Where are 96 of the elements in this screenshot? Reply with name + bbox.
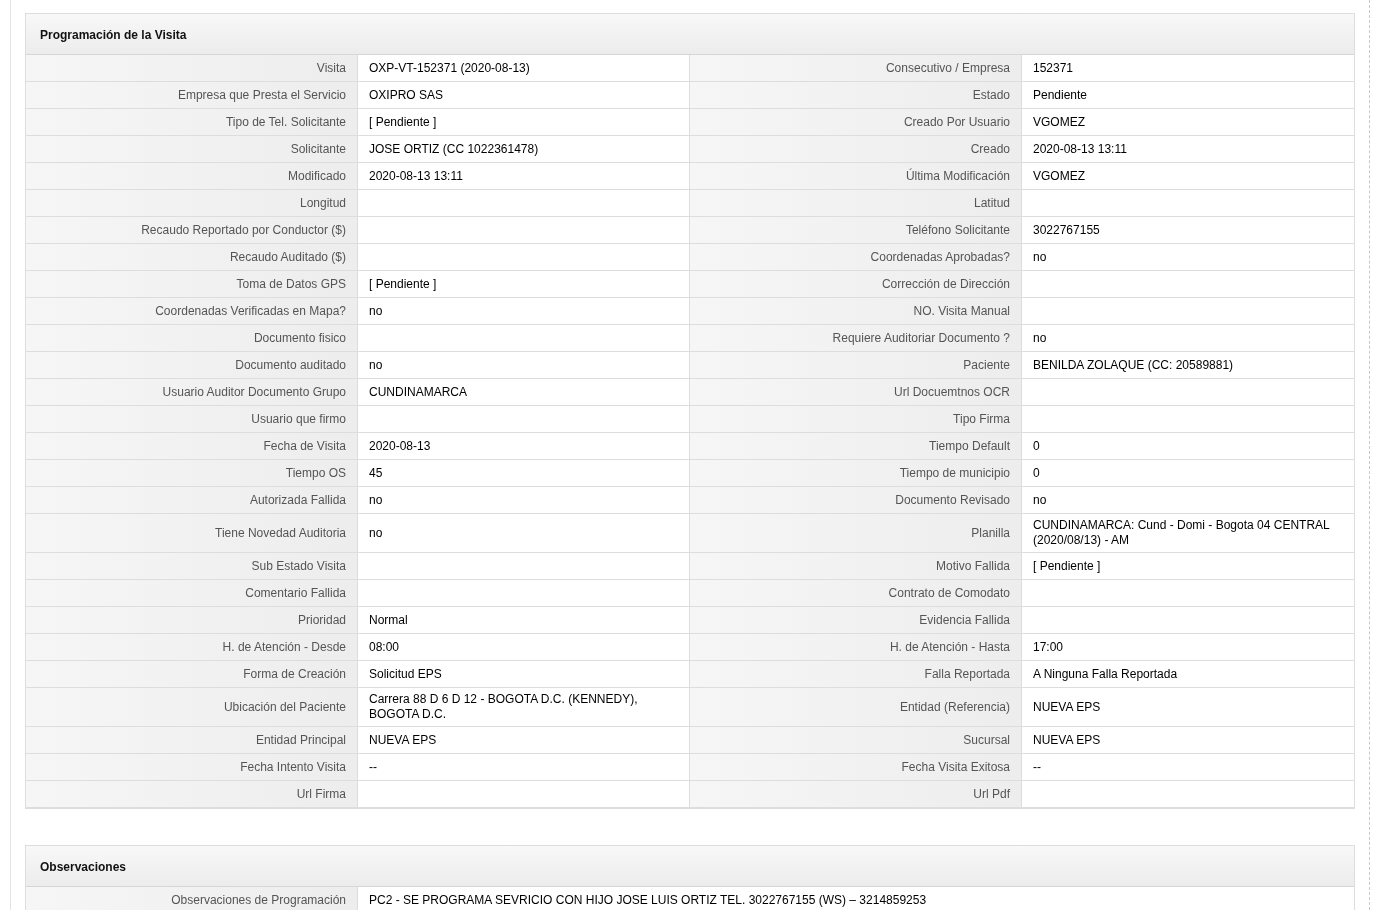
field-label: Url Docuemtnos OCR [893,384,1010,400]
field-label: Empresa que Presta el Servicio [177,87,346,103]
field-label: Paciente [963,357,1010,373]
field-label: Planilla [971,525,1010,541]
field-label: Tiene Novedad Auditoria [215,525,346,541]
field-label: Documento fisico [253,330,346,346]
field-label: H. de Atención - Hasta [889,639,1010,655]
field-label: Fecha de Visita [263,438,346,454]
field-value: 2020-08-13 13:11 [1033,141,1127,157]
field-label: Forma de Creación [243,666,346,682]
field-label: Recaudo Auditado ($) [229,249,346,265]
field-value: no [1033,249,1047,265]
field-label: Evidencia Fallida [919,612,1010,628]
field-label: Longitud [299,195,346,211]
field-value: [ Pendiente ] [369,276,437,292]
field-value: BENILDA ZOLAQUE (CC: 20589881) [1033,357,1234,373]
field-value: 17:00 [1033,639,1064,655]
field-value: -- [369,759,377,775]
field-value: no [1033,330,1047,346]
field-value: CUNDINAMARCA [369,384,467,400]
field-label: Url Pdf [973,786,1010,802]
field-value: 3022767155 [1033,222,1100,238]
field-label: H. de Atención - Desde [222,639,346,655]
field-value: Carrera 88 D 6 D 12 - BOGOTA D.C. (KENNEDY), BOGOTA D.C. [369,692,639,722]
field-value: no [1033,492,1047,508]
field-label: Autorizada Fallida [249,492,346,508]
field-value: 2020-08-13 13:11 [369,168,463,184]
field-label: Fecha Visita Exitosa [901,759,1010,775]
field-label: Falla Reportada [924,666,1010,682]
field-label: Entidad (Referencia) [899,699,1010,715]
field-label: Creado Por Usuario [903,114,1010,130]
field-value: A Ninguna Falla Reportada [1033,666,1178,682]
panel-title: Programación de la Visita [40,28,187,42]
field-value: Pendiente [1033,87,1088,103]
field-label: Coordenadas Aprobadas? [870,249,1010,265]
field-label: Toma de Datos GPS [236,276,346,292]
field-value: VGOMEZ [1033,114,1085,130]
field-value: 08:00 [369,639,400,655]
field-value: NUEVA EPS [369,732,437,748]
field-label: Modificado [287,168,346,184]
field-label: Usuario Auditor Documento Grupo [162,384,346,400]
field-label: Tipo de Tel. Solicitante [225,114,346,130]
field-label: Estado [972,87,1010,103]
field-value: OXP-VT-152371 (2020-08-13) [369,60,530,76]
field-label: Observaciones de Programación [171,892,346,908]
field-value: PC2 - SE PROGRAMA SEVRICIO CON HIJO JOSE LUIS ORTIZ TEL. 3022767155 (WS) – 3214859253 [369,892,927,908]
field-value: Solicitud EPS [369,666,442,682]
panel-title: Observaciones [40,860,127,874]
field-value: no [369,357,383,373]
field-label: Creado [970,141,1010,157]
field-value: 152371 [1033,60,1074,76]
field-label: Motivo Fallida [935,558,1010,574]
field-label: Requiere Auditoriar Documento ? [832,330,1010,346]
field-value: OXIPRO SAS [369,87,444,103]
field-label: Latitud [973,195,1010,211]
field-value: 45 [369,465,383,481]
field-label: Entidad Principal [255,732,346,748]
field-value: NUEVA EPS [1033,732,1101,748]
field-label: Tiempo de municipio [899,465,1010,481]
field-label: Url Firma [296,786,346,802]
field-value: CUNDINAMARCA: Cund - Domi - Bogota 04 CENTRAL (2020/08/13) - AM [1033,518,1331,548]
field-label: Consecutivo / Empresa [885,60,1010,76]
field-label: Comentario Fallida [245,585,346,601]
field-label: Documento auditado [235,357,346,373]
field-value: no [369,303,383,319]
field-label: Sub Estado Visita [251,558,346,574]
field-label: Visita [316,60,346,76]
field-label: Tipo Firma [953,411,1010,427]
field-value: VGOMEZ [1033,168,1085,184]
field-label: Corrección de Dirección [881,276,1010,292]
field-label: Tiempo OS [285,465,346,481]
field-value: 0 [1033,438,1040,454]
field-value: NUEVA EPS [1033,699,1101,715]
field-label: Última Modificación [905,168,1010,184]
field-label: Coordenadas Verificadas en Mapa? [155,303,346,319]
field-value: [ Pendiente ] [369,114,437,130]
field-label: NO. Visita Manual [913,303,1010,319]
field-value: 2020-08-13 [369,438,431,454]
field-label: Recaudo Reportado por Conductor ($) [141,222,346,238]
field-value: no [369,525,383,541]
field-label: Solicitante [290,141,346,157]
field-value: [ Pendiente ] [1033,558,1101,574]
field-value: -- [1033,759,1041,775]
field-label: Sucursal [963,732,1010,748]
field-label: Teléfono Solicitante [905,222,1010,238]
field-value: Normal [369,612,408,628]
field-label: Prioridad [297,612,346,628]
field-label: Ubicación del Paciente [223,699,346,715]
field-label: Contrato de Comodato [888,585,1010,601]
field-label: Documento Revisado [895,492,1010,508]
field-label: Tiempo Default [929,438,1010,454]
field-value: JOSE ORTIZ (CC 1022361478) [369,141,539,157]
field-label: Fecha Intento Visita [240,759,346,775]
field-value: 0 [1033,465,1040,481]
field-label: Usuario que firmo [251,411,346,427]
field-value: no [369,492,383,508]
